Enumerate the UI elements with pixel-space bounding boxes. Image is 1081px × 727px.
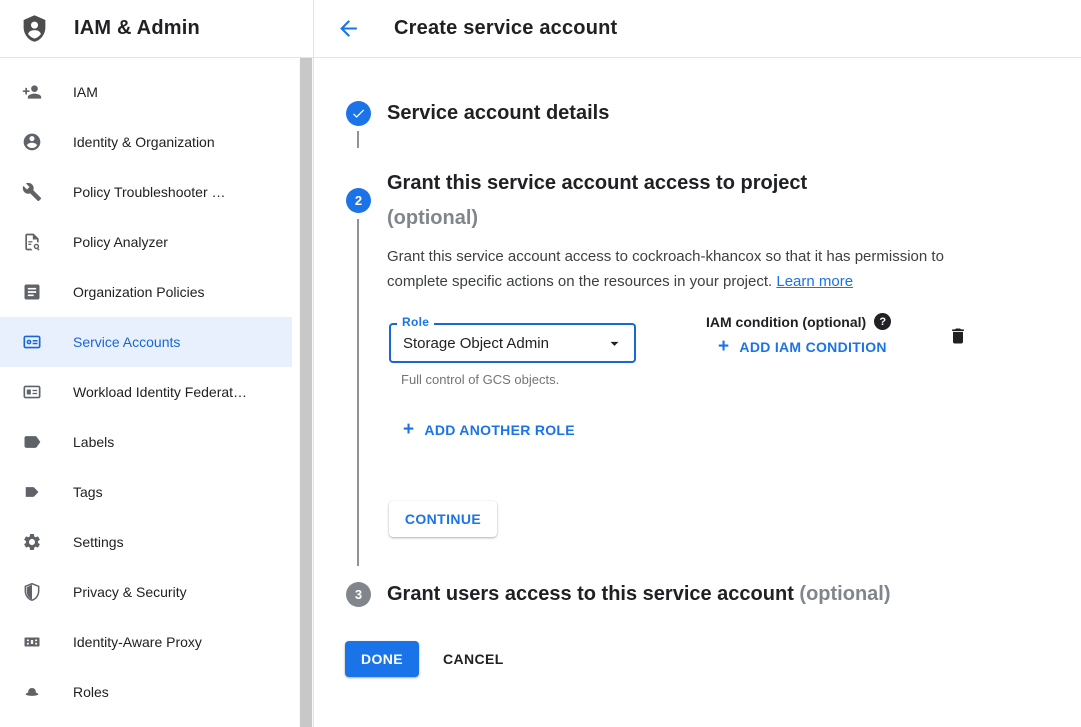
iam-condition-header: IAM condition (optional) ? [706,313,891,330]
sidebar-item-label: Labels [73,434,114,450]
back-arrow-icon[interactable] [336,16,362,42]
step3-optional-label: (optional) [799,583,890,605]
sidebar-item-service-accounts[interactable]: Service Accounts [0,317,292,367]
tag-arrow-icon [22,482,42,502]
sidebar-item-label: Identity & Organization [73,134,215,150]
sidebar-item-identity-aware-proxy[interactable]: Identity-Aware Proxy [0,617,292,667]
label-icon [22,432,42,452]
sidebar-item-iam[interactable]: IAM [0,67,292,117]
sidebar-scrollbar-track [299,58,313,727]
role-field-label: Role [397,315,434,329]
hat-icon [22,682,42,702]
person-add-icon [22,82,42,102]
role-select[interactable]: Role Storage Object Admin [389,323,636,363]
step-connector [357,219,359,566]
step2-optional-label: (optional) [387,201,807,236]
iam-condition-label: IAM condition (optional) [706,314,866,330]
sidebar-item-label: Workload Identity Federat… [73,384,247,400]
delete-role-trash-icon[interactable] [948,326,968,346]
sidebar-item-label: Roles [73,684,109,700]
add-another-role-label: ADD ANOTHER ROLE [424,422,575,438]
sidebar-item-labels[interactable]: Labels [0,417,292,467]
app-header: IAM & Admin Create service account [0,0,1081,58]
wrench-icon [22,182,42,202]
role-helper-text: Full control of GCS objects. [401,372,559,387]
sidebar-item-label: Service Accounts [73,334,180,350]
shield-half-icon [22,582,42,602]
iam-admin-sidebar: IAM Identity & Organization Policy Troub… [0,58,314,727]
cancel-button[interactable]: CANCEL [429,641,518,677]
step2-description-text: Grant this service account access to coc… [387,248,944,290]
badge-icon [22,382,42,402]
add-iam-condition-button[interactable]: + ADD IAM CONDITION [718,339,887,355]
service-account-icon [22,332,42,352]
sidebar-item-label: Organization Policies [73,284,205,300]
sidebar-item-settings[interactable]: Settings [0,517,292,567]
page-title: Create service account [394,17,617,40]
role-selected-value: Storage Object Admin [403,335,605,352]
sidebar-item-label: Identity-Aware Proxy [73,634,202,650]
step3-title: Grant users access to this service accou… [387,583,794,605]
step1-title: Service account details [387,96,609,131]
role-field-wrapper: Role Storage Object Admin [389,323,636,363]
step2-title: Grant this service account access to pro… [387,166,807,201]
sidebar-item-organization-policies[interactable]: Organization Policies [0,267,292,317]
step-connector [357,131,359,148]
sidebar-item-label: Policy Analyzer [73,234,168,250]
learn-more-link[interactable]: Learn more [776,273,853,290]
create-service-account-wizard: Service account details 2 Grant this ser… [314,58,1081,727]
help-icon[interactable]: ? [874,313,891,330]
step3-number: 3 [355,587,362,602]
app-title: IAM & Admin [74,17,200,40]
app-header-left: IAM & Admin [0,0,314,58]
sidebar-item-label: Privacy & Security [73,584,187,600]
sidebar-item-policy-troubleshooter[interactable]: Policy Troubleshooter … [0,167,292,217]
step1-completed-check-icon [346,101,371,126]
sidebar-item-policy-analyzer[interactable]: Policy Analyzer [0,217,292,267]
plus-icon: + [403,423,414,437]
sidebar-item-workload-identity-federation[interactable]: Workload Identity Federat… [0,367,292,417]
policy-analyzer-icon [22,232,42,252]
sidebar-item-privacy-security[interactable]: Privacy & Security [0,567,292,617]
add-another-role-button[interactable]: + ADD ANOTHER ROLE [403,422,575,438]
sidebar-item-roles[interactable]: Roles [0,667,292,717]
sidebar-item-label: Policy Troubleshooter … [73,184,226,200]
gear-icon [22,532,42,552]
sidebar-item-label: Settings [73,534,124,550]
step3-heading: Grant users access to this service accou… [387,577,891,612]
done-button[interactable]: DONE [345,641,419,677]
continue-button[interactable]: CONTINUE [389,501,497,537]
sidebar-scrollbar-thumb[interactable] [300,58,312,727]
sidebar-item-label: IAM [73,84,98,100]
sidebar-item-tags[interactable]: Tags [0,467,292,517]
proxy-icon [22,632,42,652]
plus-icon: + [718,340,729,354]
dropdown-caret-icon [605,334,624,353]
add-iam-condition-label: ADD IAM CONDITION [739,339,886,355]
sidebar-item-label: Tags [73,484,103,500]
step2-description: Grant this service account access to coc… [387,244,991,294]
step2-number-badge: 2 [346,188,371,213]
sidebar-item-identity-organization[interactable]: Identity & Organization [0,117,292,167]
article-icon [22,282,42,302]
step2-heading: Grant this service account access to pro… [387,166,807,236]
account-circle-icon [22,132,42,152]
step3-number-badge: 3 [346,582,371,607]
step2-number: 2 [355,193,362,208]
iam-admin-shield-icon [20,12,49,45]
app-header-right: Create service account [314,0,1081,58]
